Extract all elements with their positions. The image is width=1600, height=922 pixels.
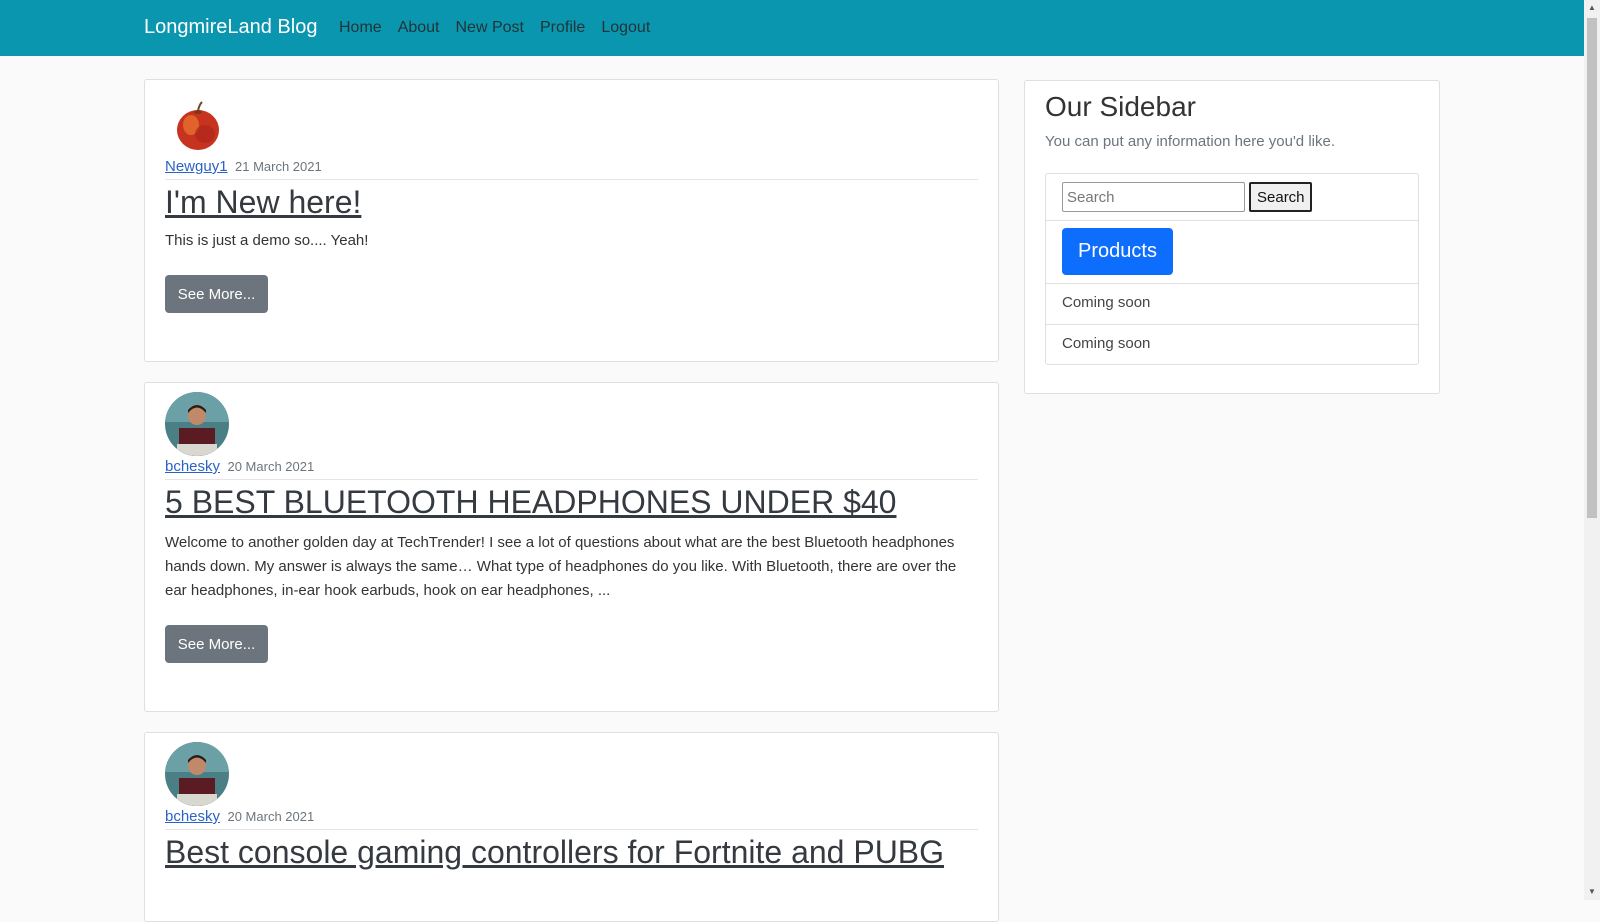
post-title-link[interactable]: I'm New here! xyxy=(165,184,978,221)
page-scrollbar[interactable]: ▲ ▼ xyxy=(1584,0,1600,900)
sidebar-card: Our Sidebar You can put any information … xyxy=(1024,80,1440,394)
nav-links: Home About New Post Profile Logout xyxy=(339,19,650,37)
nav-logout-link[interactable]: Logout xyxy=(601,19,650,37)
author-link[interactable]: bchesky xyxy=(165,808,220,825)
top-navbar: LongmireLand Blog Home About New Post Pr… xyxy=(0,0,1584,56)
scroll-up-arrow-icon[interactable]: ▲ xyxy=(1584,0,1600,16)
nav-profile-link[interactable]: Profile xyxy=(540,19,585,37)
author-link[interactable]: Newguy1 xyxy=(165,158,228,175)
scroll-down-arrow-icon[interactable]: ▼ xyxy=(1584,884,1600,900)
scroll-thumb[interactable] xyxy=(1587,18,1597,518)
nav-home-link[interactable]: Home xyxy=(339,19,382,37)
post-card: bchesky 20 March 2021 5 BEST BLUETOOTH H… xyxy=(144,382,999,712)
see-more-button[interactable]: See More... xyxy=(165,625,268,663)
sidebar-title: Our Sidebar xyxy=(1045,91,1196,122)
search-input[interactable] xyxy=(1062,182,1245,212)
apple-avatar-icon xyxy=(165,92,229,156)
post-excerpt: Welcome to another golden day at TechTre… xyxy=(165,534,957,599)
brand-link[interactable]: LongmireLand Blog xyxy=(144,16,317,39)
post-title-link[interactable]: Best console gaming controllers for Fort… xyxy=(165,834,978,871)
author-link[interactable]: bchesky xyxy=(165,458,220,475)
post-card: Newguy1 21 March 2021 I'm New here! This… xyxy=(144,79,999,362)
post-meta: bchesky 20 March 2021 xyxy=(165,808,978,830)
post-title-link[interactable]: 5 BEST BLUETOOTH HEADPHONES UNDER $40 xyxy=(165,484,978,521)
post-date: 20 March 2021 xyxy=(227,459,315,474)
search-button[interactable]: Search xyxy=(1249,182,1312,212)
post-date: 21 March 2021 xyxy=(235,159,322,174)
products-row: Products xyxy=(1046,220,1418,284)
post-meta: Newguy1 21 March 2021 xyxy=(165,158,978,180)
post-card: bchesky 20 March 2021 Best console gamin… xyxy=(144,732,999,922)
nav-about-link[interactable]: About xyxy=(398,19,440,37)
list-item-label: Coming soon xyxy=(1062,335,1151,352)
post-date: 20 March 2021 xyxy=(227,809,315,824)
post-excerpt: This is just a demo so.... Yeah! xyxy=(165,232,369,249)
list-item: Coming soon xyxy=(1046,324,1418,364)
user-photo-avatar-icon xyxy=(165,392,229,456)
list-item: Coming soon xyxy=(1046,283,1418,325)
nav-new-post-link[interactable]: New Post xyxy=(456,19,524,37)
search-row: Search xyxy=(1046,174,1418,221)
list-item-label: Coming soon xyxy=(1062,294,1151,311)
see-more-button[interactable]: See More... xyxy=(165,275,268,313)
sidebar-list: Search Products Coming soon Coming soon xyxy=(1045,173,1419,365)
user-photo-avatar-icon xyxy=(165,742,229,806)
sidebar-subtitle: You can put any information here you'd l… xyxy=(1045,133,1335,150)
products-button[interactable]: Products xyxy=(1062,228,1173,275)
post-meta: bchesky 20 March 2021 xyxy=(165,458,978,480)
